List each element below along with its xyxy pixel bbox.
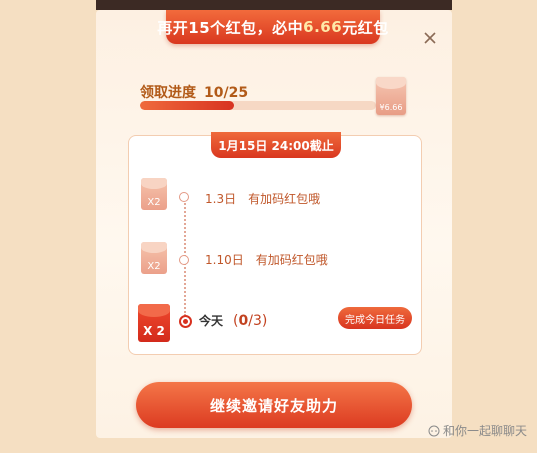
today-label: 今天 (199, 314, 224, 328)
red-packet-icon: X2 (141, 178, 167, 210)
timeline-text: 有加码红包哦 (248, 192, 321, 206)
packet-multiplier: X2 (147, 261, 161, 272)
progress-count: 10/25 (204, 85, 249, 101)
timeline-dot (179, 255, 189, 265)
chat-icon (428, 425, 440, 436)
timeline-dot-active (179, 315, 192, 328)
progress-bar (140, 101, 376, 110)
watermark: 和你一起聊聊天 (428, 422, 527, 439)
timeline-dot (179, 192, 189, 202)
timeline-text: 有加码红包哦 (255, 253, 328, 267)
today-progress: (0/3) (233, 313, 267, 329)
watermark-text: 和你一起聊聊天 (442, 424, 527, 438)
progress-label: 领取进度 10/25 (140, 82, 248, 102)
progress-done: 0 (238, 313, 249, 329)
progress-fill (140, 101, 235, 110)
header-banner: 再开15个红包，必中 6.66 元红包 (157, 10, 388, 44)
target-amount: ¥6.66 (379, 103, 403, 112)
red-packet-icon: X2 (141, 242, 167, 274)
active-red-packet-icon: X 2 (138, 304, 170, 342)
banner-amount: 6.66 (303, 18, 343, 36)
packet-multiplier: X2 (147, 197, 161, 208)
progress-total: /3) (248, 313, 268, 329)
timeline-item: 1.10日 有加码红包哦 (205, 251, 328, 268)
invite-friends-button[interactable]: 继续邀请好友助力 (136, 382, 412, 428)
red-packet-modal: 再开15个红包，必中 6.66 元红包 领取进度 10/25 ¥6.66 1月15日 … (96, 10, 452, 438)
today-item: 今天 (0/3) (199, 312, 267, 329)
timeline-item: 1.3日 有加码红包哦 (205, 190, 320, 207)
complete-task-button[interactable]: 完成今日任务 (338, 307, 412, 329)
top-strip (96, 0, 452, 10)
deadline-badge: 1月15日 24:00截止 (211, 132, 341, 158)
banner-prefix: 再开15个红包，必中 (157, 18, 304, 37)
progress-title: 领取进度 (140, 85, 196, 101)
close-icon[interactable] (422, 30, 438, 46)
packet-multiplier: X 2 (143, 324, 165, 338)
timeline-date: 1.3日 (205, 192, 237, 206)
target-red-packet-icon: ¥6.66 (376, 77, 406, 115)
timeline-date: 1.10日 (205, 253, 244, 267)
banner-suffix: 元红包 (342, 18, 389, 37)
task-card: 1月15日 24:00截止 X2 1.3日 有加码红包哦 X2 1.10日 有加码红… (128, 132, 422, 355)
